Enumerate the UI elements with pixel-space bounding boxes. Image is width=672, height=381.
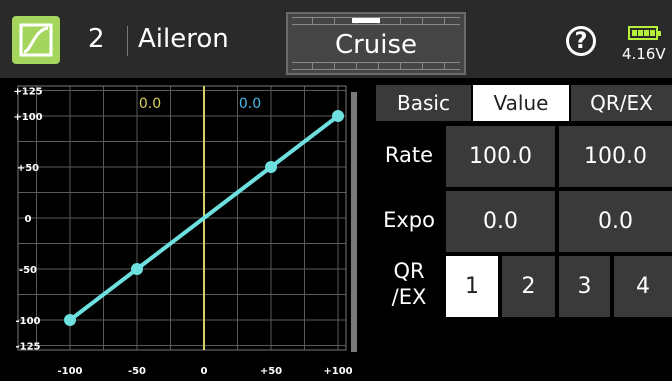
y-tick-label: -100 <box>15 316 40 327</box>
qrex-label: QR /EX <box>376 258 442 310</box>
output-readout: 0.0 <box>239 96 261 112</box>
expo-label: Expo <box>383 208 435 232</box>
flight-mode-selector[interactable]: Cruise <box>286 12 466 75</box>
rate-label: Rate <box>384 143 434 167</box>
qrex-option-2[interactable]: 2 <box>502 256 555 317</box>
mode-indicator-strip-bottom <box>292 62 460 70</box>
rate-right-value[interactable]: 100.0 <box>559 126 672 187</box>
flight-mode-label: Cruise <box>334 30 418 60</box>
x-tick-label: +100 <box>323 366 352 377</box>
help-icon[interactable]: ? <box>566 26 596 56</box>
top-bar: 2 Aileron Cruise ? 4.16V <box>0 0 672 78</box>
curve-icon[interactable] <box>12 16 60 64</box>
battery-icon <box>628 26 661 40</box>
y-tick-label: +50 <box>17 163 39 174</box>
curve-point <box>332 110 344 122</box>
curve-point <box>265 161 277 173</box>
expo-left-value[interactable]: 0.0 <box>446 191 555 252</box>
y-tick-label: +100 <box>13 112 42 123</box>
curve-graph[interactable]: +125+100+500-50-100-125 -100 -50 0 +50 +100 … <box>0 78 372 381</box>
channel-number: 2 <box>88 24 105 54</box>
x-tick-label: +50 <box>260 366 282 377</box>
qrex-label-line2: /EX <box>391 285 427 309</box>
curve-point <box>131 263 143 275</box>
y-tick-label: -125 <box>15 342 40 353</box>
tab-qrex[interactable]: QR/EX <box>571 85 672 121</box>
scrollbar[interactable] <box>351 92 357 352</box>
input-readout: 0.0 <box>139 96 161 112</box>
x-tick-label: -100 <box>57 366 82 377</box>
battery-voltage: 4.16V <box>622 45 666 63</box>
x-tick-label: 0 <box>201 366 208 377</box>
x-tick-label: -50 <box>128 366 146 377</box>
curve-point <box>64 314 76 326</box>
qrex-option-4[interactable]: 4 <box>614 256 672 317</box>
y-tick-label: 0 <box>25 214 32 225</box>
rate-left-value[interactable]: 100.0 <box>446 126 555 187</box>
channel-name: Aileron <box>138 24 229 54</box>
tab-basic[interactable]: Basic <box>376 85 471 121</box>
tab-bar: Basic Value QR/EX <box>376 85 672 121</box>
y-tick-label: -50 <box>19 265 37 276</box>
qrex-label-line1: QR <box>393 259 425 283</box>
graph-grid <box>17 85 347 351</box>
mode-indicator-strip <box>292 17 460 25</box>
expo-right-value[interactable]: 0.0 <box>559 191 672 252</box>
divider <box>127 26 128 56</box>
qrex-option-3[interactable]: 3 <box>559 256 610 317</box>
y-tick-label: +125 <box>13 87 42 98</box>
qrex-option-1[interactable]: 1 <box>446 256 498 317</box>
tab-value[interactable]: Value <box>473 85 569 121</box>
active-mode-marker <box>352 18 380 23</box>
